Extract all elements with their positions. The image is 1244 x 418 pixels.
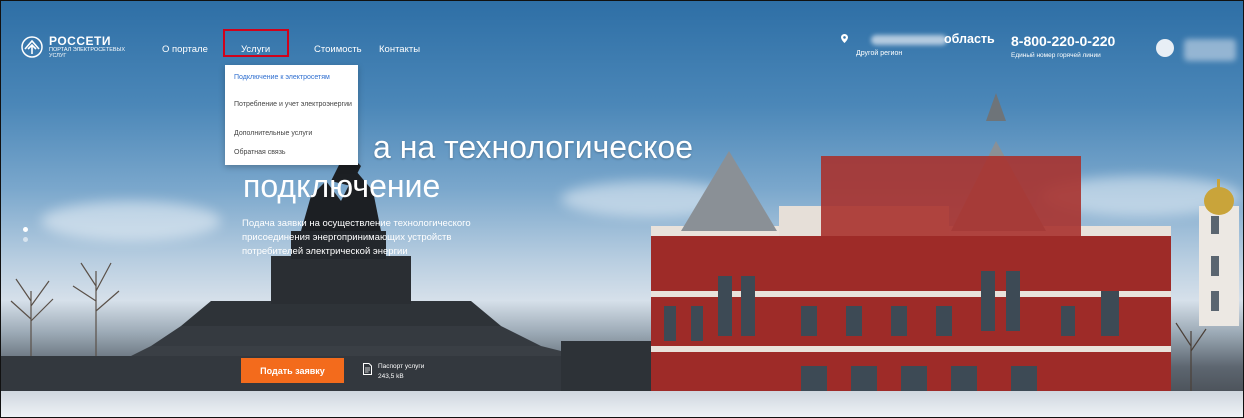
logo-title: РОССЕТИ [49, 34, 111, 48]
nav-item-pricing[interactable]: Стоимость [314, 44, 362, 55]
logo-subtitle: ПОРТАЛ ЭЛЕКТРОСЕТЕВЫХ УСЛУГ [49, 47, 126, 59]
passport-label: Паспорт услуги [378, 363, 425, 370]
rosseti-logo-icon [21, 36, 43, 58]
site-logo[interactable]: РОССЕТИ ПОРТАЛ ЭЛЕКТРОСЕТЕВЫХ УСЛУГ [21, 35, 129, 59]
location-pin-icon [841, 34, 848, 43]
hotline: 8-800-220-0-220 Единый номер горячей лин… [1011, 33, 1115, 59]
theatre-building [651, 93, 1171, 396]
tree-silhouette [1175, 322, 1207, 396]
hero-description: Подача заявки на осуществление технологи… [242, 218, 471, 257]
user-name-redacted[interactable] [1184, 39, 1236, 61]
nav-highlight-box [223, 29, 289, 57]
site-header: РОССЕТИ ПОРТАЛ ЭЛЕКТРОСЕТЕВЫХ УСЛУГ О по… [1, 1, 1243, 67]
nav-item-about[interactable]: О портале [162, 44, 208, 55]
dropdown-item-feedback[interactable]: Обратная связь [234, 149, 352, 157]
browser-frame: РОССЕТИ ПОРТАЛ ЭЛЕКТРОСЕТЕВЫХ УСЛУГ О по… [0, 0, 1244, 418]
slider-dot-active[interactable] [23, 227, 28, 232]
submit-application-button[interactable]: Подать заявку [241, 358, 344, 383]
avatar[interactable] [1156, 39, 1174, 57]
nav-item-contacts[interactable]: Контакты [379, 44, 420, 55]
bell-tower [1199, 179, 1239, 326]
region-name: область [944, 32, 995, 46]
other-region-link[interactable]: Другой регион [856, 50, 902, 57]
hero-title-line2: подключение [243, 168, 441, 204]
hero-title-line1: а на технологическое [373, 129, 693, 165]
dropdown-item-connection[interactable]: Подключение к электросетям [234, 74, 352, 82]
hotline-caption: Единый номер горячей линии [1011, 52, 1101, 59]
hotline-number[interactable]: 8-800-220-0-220 [1011, 33, 1115, 49]
slider-dots [23, 227, 28, 247]
dropdown-item-consumption[interactable]: Потребление и учет электроэнергии [234, 101, 352, 109]
document-icon [363, 363, 372, 375]
tree-silhouette [10, 262, 120, 356]
snow-ground [1, 391, 1243, 417]
passport-file-size: 243,5 kB [378, 373, 404, 380]
logo-text: РОССЕТИ ПОРТАЛ ЭЛЕКТРОСЕТЕВЫХ УСЛУГ [49, 35, 129, 59]
region-name-redacted [871, 35, 947, 45]
services-dropdown: Подключение к электросетям Потребление и… [225, 65, 358, 165]
dropdown-item-additional[interactable]: Дополнительные услуги [234, 130, 352, 138]
slider-dot[interactable] [23, 237, 28, 242]
